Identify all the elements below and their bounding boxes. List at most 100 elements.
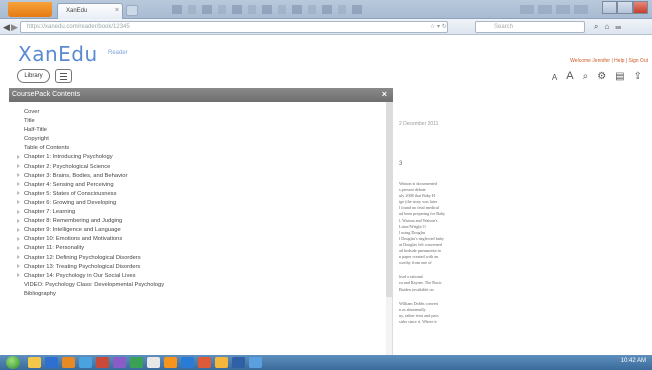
maximize-button[interactable] bbox=[617, 1, 633, 14]
windows-taskbar: 10:42 AM bbox=[0, 355, 652, 370]
skype-icon[interactable] bbox=[249, 357, 262, 368]
toc-item[interactable]: Chapter 4: Sensing and Perceiving bbox=[9, 181, 393, 190]
app-icon[interactable] bbox=[232, 357, 245, 368]
toc-item[interactable]: Chapter 12: Defining Psychological Disor… bbox=[9, 254, 393, 263]
close-window-button[interactable] bbox=[632, 1, 648, 14]
toc-item[interactable]: Chapter 11: Personality bbox=[9, 244, 393, 253]
expand-arrow-icon[interactable] bbox=[17, 236, 20, 241]
back-arrow-icon[interactable]: ◀ bbox=[3, 22, 10, 33]
expand-arrow-icon[interactable] bbox=[17, 182, 20, 187]
paint-icon[interactable] bbox=[215, 357, 228, 368]
powerpoint-icon[interactable] bbox=[96, 357, 109, 368]
search-icon[interactable]: ⌕ bbox=[583, 71, 589, 82]
taskbar-icons bbox=[28, 357, 262, 368]
toc-item-label: Chapter 6: Growing and Developing bbox=[24, 199, 117, 206]
page-date: 2 December 2011 bbox=[399, 121, 439, 127]
toc-item[interactable]: VIDEO: Psychology Class: Developmental P… bbox=[9, 281, 393, 290]
contents-menu-button[interactable] bbox=[55, 69, 72, 83]
toc-item-label: Chapter 11: Personality bbox=[24, 245, 85, 252]
toc-item-label: Chapter 5: States of Consciousness bbox=[24, 190, 117, 197]
toc-item[interactable]: Chapter 8: Remembering and Judging bbox=[9, 217, 393, 226]
browser-tab[interactable]: XanEdu × bbox=[57, 3, 123, 19]
firefox-icon[interactable] bbox=[62, 357, 75, 368]
toc-item-label: Copyright bbox=[24, 136, 49, 143]
browser-nav-bar: ◀ ▶ https://xanedu.com/reader/book/12345… bbox=[0, 19, 652, 35]
folder-icon[interactable] bbox=[28, 357, 41, 368]
toc-item-label: Half-Title bbox=[24, 127, 47, 134]
toc-title: CoursePack Contents bbox=[12, 91, 81, 98]
toc-item[interactable]: Chapter 9: Intelligence and Language bbox=[9, 226, 393, 235]
expand-arrow-icon[interactable] bbox=[17, 264, 20, 269]
expand-arrow-icon[interactable] bbox=[17, 164, 20, 169]
logo-subtitle: Reader bbox=[108, 50, 128, 56]
onenote-icon[interactable] bbox=[113, 357, 126, 368]
expand-arrow-icon[interactable] bbox=[17, 245, 20, 250]
media-icon[interactable] bbox=[164, 357, 177, 368]
address-bar-url: https://xanedu.com/reader/book/12345 bbox=[27, 24, 130, 30]
expand-arrow-icon[interactable] bbox=[17, 191, 20, 196]
toc-item[interactable]: Chapter 14: Psychology in Our Social Liv… bbox=[9, 272, 393, 281]
toc-item-label: Chapter 9: Intelligence and Language bbox=[24, 227, 121, 234]
document-icon[interactable] bbox=[147, 357, 160, 368]
header-account-links[interactable]: Welcome Jennifer | Help | Sign Out bbox=[570, 58, 648, 64]
page-content: 2 December 2011 3 Watson is documented s … bbox=[395, 88, 652, 355]
expand-arrow-icon[interactable] bbox=[17, 227, 20, 232]
xanedu-logo[interactable]: XanEdu bbox=[18, 42, 98, 66]
browser-tool-icons[interactable]: ⌕⌂☰ bbox=[594, 22, 627, 32]
expand-arrow-icon[interactable] bbox=[17, 173, 20, 178]
share-icon[interactable]: ⇪ bbox=[634, 71, 642, 82]
toc-item[interactable]: Chapter 2: Psychological Science bbox=[9, 163, 393, 172]
search-bar-placeholder: Search bbox=[494, 24, 514, 30]
toc-item[interactable]: Bibliography bbox=[9, 290, 393, 299]
toc-item-label: Chapter 12: Defining Psychological Disor… bbox=[24, 254, 141, 261]
toc-item-label: Title bbox=[24, 118, 35, 125]
expand-arrow-icon[interactable] bbox=[17, 209, 20, 214]
expand-arrow-icon[interactable] bbox=[17, 273, 20, 278]
new-tab-button[interactable] bbox=[126, 5, 138, 16]
expand-arrow-icon[interactable] bbox=[17, 218, 20, 223]
toc-item[interactable]: Chapter 13: Treating Psychological Disor… bbox=[9, 263, 393, 272]
toc-item[interactable]: Table of Contents bbox=[9, 144, 393, 153]
excel-icon[interactable] bbox=[130, 357, 143, 368]
start-button[interactable] bbox=[6, 356, 20, 369]
toc-item[interactable]: Chapter 3: Brains, Bodies, and Behavior bbox=[9, 172, 393, 181]
bookmark-icons bbox=[172, 5, 362, 14]
word-icon[interactable] bbox=[45, 357, 58, 368]
toc-item[interactable]: Half-Title bbox=[9, 126, 393, 135]
toc-scrollbar-thumb[interactable] bbox=[386, 102, 392, 297]
forward-arrow-icon[interactable]: ▶ bbox=[11, 22, 18, 33]
firefox-menu-button[interactable] bbox=[8, 2, 52, 17]
toc-item-label: Bibliography bbox=[24, 290, 56, 297]
toc-item[interactable]: Chapter 10: Emotions and Motivations bbox=[9, 235, 393, 244]
decrease-font-icon[interactable]: A bbox=[552, 73, 557, 82]
toc-item[interactable]: Chapter 7: Learning bbox=[9, 208, 393, 217]
minimize-button[interactable] bbox=[602, 1, 618, 14]
close-icon[interactable]: × bbox=[382, 89, 387, 99]
reload-icon[interactable]: ☆ ▾ ↻ bbox=[430, 23, 447, 30]
acrobat-icon[interactable] bbox=[198, 357, 211, 368]
toc-item[interactable]: Chapter 6: Growing and Developing bbox=[9, 199, 393, 208]
library-button[interactable]: Library bbox=[17, 69, 50, 83]
outlook-icon[interactable] bbox=[181, 357, 194, 368]
table-of-contents-panel: CoursePack Contents × Cover Title Half-Tit… bbox=[9, 88, 393, 355]
reader-tool-icons: A A ⌕ ⚙ ▤ ⇪ bbox=[552, 70, 642, 82]
increase-font-icon[interactable]: A bbox=[566, 70, 573, 82]
gear-icon[interactable]: ⚙ bbox=[597, 71, 606, 82]
tab-close-icon[interactable]: × bbox=[115, 7, 119, 14]
toc-item[interactable]: Chapter 1: Introducing Psychology bbox=[9, 153, 393, 162]
ie-icon[interactable] bbox=[79, 357, 92, 368]
page-text-line bbox=[399, 266, 461, 274]
notebook-icon[interactable]: ▤ bbox=[615, 71, 624, 82]
site-header: XanEdu Reader Welcome Jennifer | Help | … bbox=[0, 36, 652, 66]
address-bar[interactable]: https://xanedu.com/reader/book/12345 bbox=[20, 21, 448, 33]
toc-item[interactable]: Cover bbox=[9, 108, 393, 117]
toc-item[interactable]: Copyright bbox=[9, 135, 393, 144]
expand-arrow-icon[interactable] bbox=[17, 254, 20, 259]
toc-item[interactable]: Chapter 5: States of Consciousness bbox=[9, 190, 393, 199]
expand-arrow-icon[interactable] bbox=[17, 200, 20, 205]
expand-arrow-icon[interactable] bbox=[17, 154, 20, 159]
toc-item-label: Chapter 2: Psychological Science bbox=[24, 163, 111, 170]
toc-item[interactable]: Title bbox=[9, 117, 393, 126]
search-bar[interactable]: Search bbox=[475, 21, 585, 33]
toc-item-label: Chapter 3: Brains, Bodies, and Behavior bbox=[24, 172, 128, 179]
